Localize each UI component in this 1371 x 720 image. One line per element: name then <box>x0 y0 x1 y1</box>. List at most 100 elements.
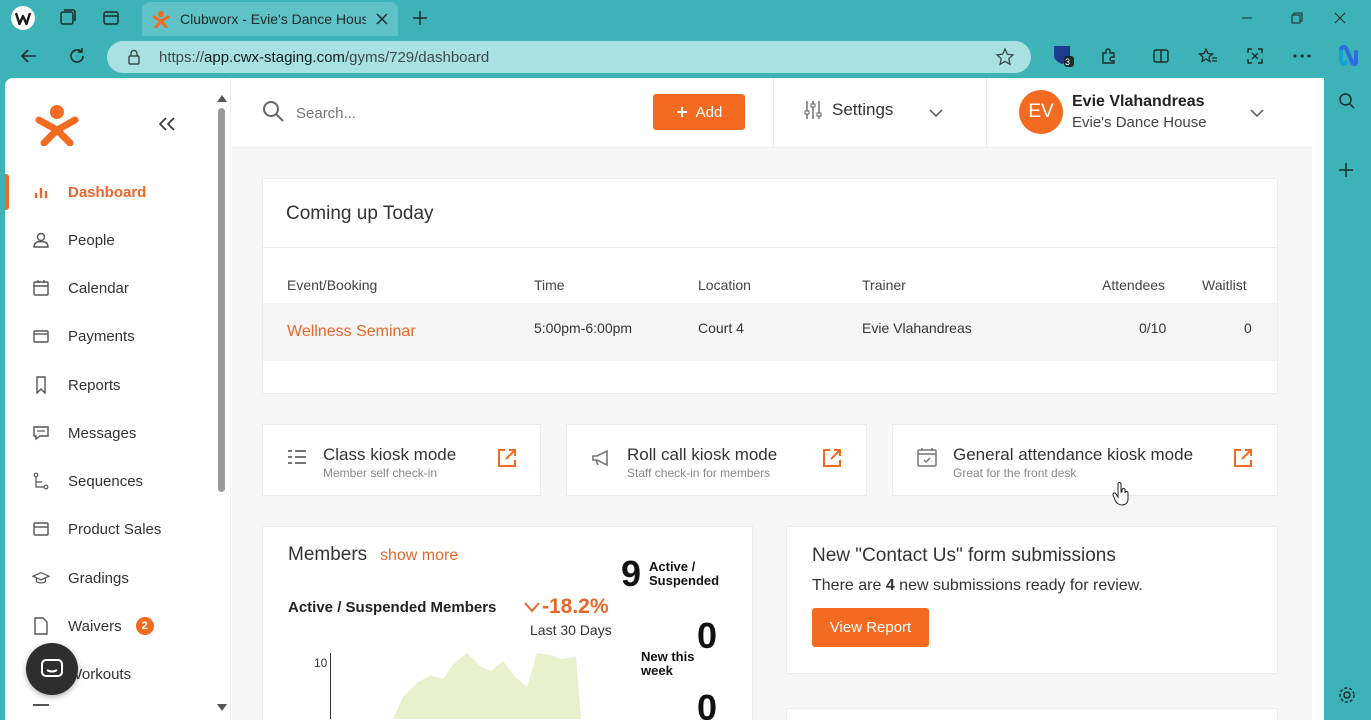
close-window-icon[interactable] <box>1325 4 1355 32</box>
members-area-chart <box>393 653 581 719</box>
chat-launcher-button[interactable] <box>26 643 78 695</box>
tab-actions-icon[interactable] <box>96 4 126 32</box>
sidebar-item-waivers[interactable]: Waivers 2 <box>5 606 215 646</box>
external-link-icon[interactable] <box>496 447 518 469</box>
extensions-puzzle-icon[interactable] <box>1094 42 1124 70</box>
bar-chart-icon <box>32 183 50 201</box>
external-link-icon[interactable] <box>1232 447 1254 469</box>
change-period: Last 30 Days <box>530 622 612 638</box>
sidebar-item-people[interactable]: People <box>5 220 215 260</box>
event-waitlist: 0 <box>1244 320 1252 336</box>
roll-call-kiosk-card[interactable]: Roll call kiosk mode Staff check-in for … <box>566 424 867 496</box>
contact-submissions-card: New "Contact Us" form submissions There … <box>786 526 1278 674</box>
sidebar-item-label: Dashboard <box>68 183 147 201</box>
stat-label-line: Active / <box>649 559 696 574</box>
avatar[interactable]: EV <box>1019 90 1063 134</box>
browser-profile-icon[interactable] <box>8 4 38 32</box>
address-bar[interactable]: https://app.cwx-staging.com/gyms/729/das… <box>107 41 1031 73</box>
user-gym: Evie's Dance House <box>1072 114 1207 131</box>
sidebar-item-label: People <box>68 231 115 249</box>
new-tab-icon[interactable] <box>405 4 435 32</box>
members-card: Members show more Active / Suspended Mem… <box>262 526 753 720</box>
new-count-label: New this week <box>641 650 694 678</box>
collapse-sidebar-icon[interactable] <box>157 116 177 132</box>
settings-chevron-down-icon[interactable] <box>929 108 943 118</box>
sidebar-item-product-sales[interactable]: Product Sales <box>5 509 215 549</box>
card-title: Coming up Today <box>286 203 434 224</box>
event-location: Court 4 <box>698 320 744 336</box>
url-host: app.cwx-staging.com <box>204 48 345 66</box>
contact-text-before: There are <box>812 577 886 594</box>
more-options-icon[interactable] <box>1287 42 1317 70</box>
top-bar: Add Settings EV Evie Vlahandreas Evie's … <box>232 78 1312 148</box>
workspaces-icon[interactable] <box>52 4 82 32</box>
favorite-star-icon[interactable] <box>995 47 1015 67</box>
new-count: 0 <box>697 615 718 656</box>
external-link-icon[interactable] <box>821 447 843 469</box>
favorites-icon[interactable] <box>1193 42 1223 70</box>
sidebar-scrollbar[interactable] <box>217 94 227 720</box>
clubworx-logo[interactable] <box>35 104 79 146</box>
sidebar-settings-icon[interactable] <box>1338 686 1356 704</box>
stat-label-line: New this <box>641 649 695 664</box>
restore-icon[interactable] <box>1282 4 1312 32</box>
sidebar-item-dashboard[interactable]: Dashboard <box>5 172 215 212</box>
message-icon <box>32 424 50 442</box>
sidebar-item-label: Payments <box>68 327 135 345</box>
contact-text: There are 4 new submissions ready for re… <box>812 577 1143 595</box>
active-count: 9 <box>621 553 642 594</box>
sidebar-item-reports[interactable]: Reports <box>5 365 215 405</box>
app-sidebar: Dashboard People Calendar Payments Repor… <box>5 78 231 720</box>
kiosk-title: Roll call kiosk mode <box>627 445 778 464</box>
chat-bubble-icon <box>40 658 64 680</box>
sidebar-item-gradings[interactable]: Gradings <box>5 558 215 598</box>
calendar-icon <box>32 279 50 297</box>
split-screen-icon[interactable] <box>1146 42 1176 70</box>
sidebar-add-icon[interactable] <box>1338 162 1354 178</box>
close-tab-icon[interactable] <box>376 13 388 25</box>
sidebar-search-icon[interactable] <box>1338 92 1356 110</box>
search-input[interactable] <box>296 98 616 128</box>
back-icon[interactable] <box>14 42 44 70</box>
tab-title: Clubworx - Evie's Dance House <box>180 11 366 27</box>
next-card <box>786 708 1278 720</box>
sidebar-item-messages[interactable]: Messages <box>5 413 215 453</box>
sidebar-item-label: Reports <box>68 376 121 394</box>
sidebar-item-sequences[interactable]: Sequences <box>5 461 215 501</box>
hand-cursor-icon <box>1112 482 1129 506</box>
screenshot-icon[interactable] <box>1240 42 1270 70</box>
active-tab[interactable]: Clubworx - Evie's Dance House <box>142 2 398 36</box>
extension-badge: 3 <box>1065 57 1071 67</box>
view-report-button[interactable]: View Report <box>812 608 929 647</box>
minimize-icon[interactable] <box>1232 4 1262 32</box>
user-chevron-down-icon[interactable] <box>1250 108 1264 118</box>
extension-shield-icon[interactable]: 3 <box>1048 42 1078 70</box>
sidebar-item-calendar[interactable]: Calendar <box>5 268 215 308</box>
sidebar-item-payments[interactable]: Payments <box>5 316 215 356</box>
lock-icon[interactable] <box>127 49 141 65</box>
settings-label: Settings <box>832 100 894 119</box>
refresh-icon[interactable] <box>62 42 92 70</box>
chevron-down-icon <box>524 601 540 613</box>
class-kiosk-card[interactable]: Class kiosk mode Member self check-in <box>262 424 541 496</box>
divider <box>773 78 774 148</box>
submission-count: 4 <box>885 577 895 594</box>
divider <box>986 78 987 148</box>
browser-tab-bar: Clubworx - Evie's Dance House <box>0 0 1371 36</box>
show-more-link[interactable]: show more <box>380 547 458 565</box>
add-button[interactable]: Add <box>653 94 745 130</box>
wallet-icon <box>32 327 50 345</box>
url-prefix: https:// <box>159 48 205 66</box>
stat-label-line: week <box>641 663 673 678</box>
settings-menu[interactable]: Settings <box>804 100 893 120</box>
general-attendance-kiosk-card[interactable]: General attendance kiosk mode Great for … <box>892 424 1278 496</box>
table-row[interactable]: Wellness Seminar 5:00pm-6:00pm Court 4 E… <box>263 303 1277 361</box>
sequence-icon <box>32 472 50 490</box>
change-percent: -18.2% <box>542 595 609 618</box>
event-link[interactable]: Wellness Seminar <box>287 323 416 341</box>
copilot-icon[interactable] <box>1333 42 1363 70</box>
sliders-icon <box>804 100 822 120</box>
column-header: Location <box>698 277 751 293</box>
graduation-cap-icon <box>32 569 50 587</box>
document-icon <box>32 617 50 635</box>
